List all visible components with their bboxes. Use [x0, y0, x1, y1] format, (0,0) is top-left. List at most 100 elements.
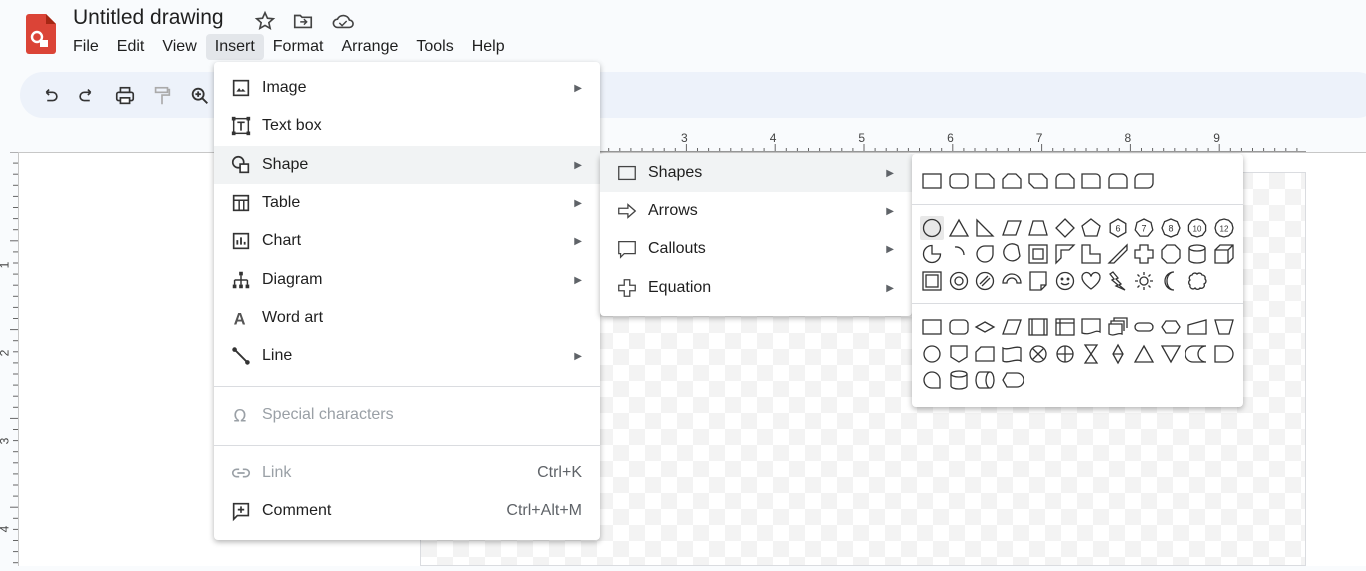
menu-item-arrows[interactable]: Arrows ▶	[600, 192, 912, 230]
menu-item-word-art[interactable]: A Word art	[214, 299, 600, 337]
move-to-folder-icon[interactable]	[292, 10, 314, 32]
shape-arc-icon[interactable]	[947, 242, 971, 266]
shape-predefined-icon[interactable]	[1026, 315, 1050, 339]
shape-round-rect-icon[interactable]	[947, 169, 971, 193]
shape-roundsnip-icon[interactable]	[1079, 169, 1103, 193]
shape-summing-junction-icon[interactable]	[1026, 342, 1050, 366]
shape-process-icon[interactable]	[920, 315, 944, 339]
menu-item-image[interactable]: Image ▶	[214, 69, 600, 107]
shape-direct-access-icon[interactable]	[973, 368, 997, 392]
shape-hexagon-6-icon[interactable]: 6	[1106, 216, 1130, 240]
shape-smiley-icon[interactable]	[1053, 269, 1077, 293]
shape-ellipse-icon[interactable]	[920, 216, 944, 240]
menu-format[interactable]: Format	[264, 34, 333, 60]
shape-pentagon-icon[interactable]	[1079, 216, 1103, 240]
menu-item-callouts[interactable]: Callouts ▶	[600, 230, 912, 268]
shape-decagon-10-icon[interactable]: 10	[1185, 216, 1209, 240]
menu-tools[interactable]: Tools	[407, 34, 462, 60]
shape-cube-icon[interactable]	[1212, 242, 1236, 266]
shape-sequential-storage-icon[interactable]	[920, 368, 944, 392]
shape-rect-icon[interactable]	[920, 169, 944, 193]
redo-icon[interactable]	[76, 85, 98, 107]
shape-or-icon[interactable]	[1053, 342, 1077, 366]
drawings-logo[interactable]	[26, 14, 56, 54]
shape-manual-operation-icon[interactable]	[1212, 315, 1236, 339]
shape-internal-storage-icon[interactable]	[1053, 315, 1077, 339]
shape-triangle-icon[interactable]	[947, 216, 971, 240]
shape-sort-icon[interactable]	[1106, 342, 1130, 366]
shape-round2-icon[interactable]	[1106, 169, 1130, 193]
shape-document-icon[interactable]	[1079, 315, 1103, 339]
shape-trapezoid-icon[interactable]	[1026, 216, 1050, 240]
menu-item-comment[interactable]: Comment Ctrl+Alt+M	[214, 492, 600, 530]
document-title[interactable]: Untitled drawing	[73, 6, 224, 30]
paint-format-icon[interactable]	[151, 85, 173, 107]
shape-stored-data-icon[interactable]	[1184, 342, 1209, 366]
shape-cloud-icon[interactable]	[1185, 269, 1209, 293]
shape-heart-icon[interactable]	[1079, 269, 1103, 293]
menu-item-diagram[interactable]: Diagram ▶	[214, 261, 600, 299]
shape-preparation-icon[interactable]	[1159, 315, 1183, 339]
menu-edit[interactable]: Edit	[108, 34, 154, 60]
shape-alt-process-icon[interactable]	[947, 315, 971, 339]
shape-offpage-icon[interactable]	[947, 342, 971, 366]
shape-donut-icon[interactable]	[947, 269, 971, 293]
shape-multidocument-icon[interactable]	[1106, 315, 1130, 339]
menu-item-chart[interactable]: Chart ▶	[214, 222, 600, 260]
shape-diagonal-stripe-icon[interactable]	[1106, 242, 1130, 266]
shape-heptagon-7-icon[interactable]: 7	[1132, 216, 1156, 240]
menu-view[interactable]: View	[153, 34, 205, 60]
shape-octagon-8-icon[interactable]: 8	[1159, 216, 1183, 240]
zoom-icon[interactable]	[189, 85, 211, 107]
shape-magnetic-disk-icon[interactable]	[947, 368, 971, 392]
undo-icon[interactable]	[39, 85, 61, 107]
shape-lightning-icon[interactable]	[1106, 269, 1130, 293]
menu-item-table[interactable]: Table ▶	[214, 184, 600, 222]
star-icon[interactable]	[254, 10, 276, 32]
shape-sun-icon[interactable]	[1132, 269, 1156, 293]
shape-frame-icon[interactable]	[1026, 242, 1050, 266]
shape-can-icon[interactable]	[1185, 242, 1209, 266]
shape-diamond-icon[interactable]	[1053, 216, 1077, 240]
shape-parallelogram-icon[interactable]	[1000, 216, 1024, 240]
shape-block-arc-icon[interactable]	[1000, 269, 1024, 293]
shape-dodecagon-12-icon[interactable]: 12	[1212, 216, 1236, 240]
menu-item-line[interactable]: Line ▶	[214, 337, 600, 375]
shape-folded-corner-icon[interactable]	[1026, 269, 1050, 293]
shape-terminator-icon[interactable]	[1132, 315, 1156, 339]
shape-card-icon[interactable]	[973, 342, 997, 366]
shape-manual-input-icon[interactable]	[1185, 315, 1209, 339]
shape-snipdiag-icon[interactable]	[1026, 169, 1050, 193]
shape-connector-icon[interactable]	[920, 342, 944, 366]
shape-half-frame-icon[interactable]	[1053, 242, 1077, 266]
vertical-ruler[interactable]: 1 2 3 4	[0, 151, 18, 566]
shape-punched-tape-icon[interactable]	[1000, 342, 1024, 366]
shape-moon-icon[interactable]	[1159, 269, 1183, 293]
shape-decision-icon[interactable]	[973, 315, 997, 339]
menu-item-shape[interactable]: Shape ▶	[214, 146, 600, 184]
shape-snip2-icon[interactable]	[1000, 169, 1024, 193]
print-icon[interactable]	[114, 85, 136, 107]
shape-sniprnd-icon[interactable]	[1053, 169, 1077, 193]
menu-item-special-characters[interactable]: Ω Special characters	[214, 396, 600, 434]
shape-no-symbol-icon[interactable]	[973, 269, 997, 293]
menu-arrange[interactable]: Arrange	[332, 34, 407, 60]
shape-right-triangle-icon[interactable]	[973, 216, 997, 240]
shape-data-icon[interactable]	[1000, 315, 1024, 339]
shape-delay-icon[interactable]	[1212, 342, 1236, 366]
shape-snip1-icon[interactable]	[973, 169, 997, 193]
menu-item-shapes[interactable]: Shapes ▶	[600, 154, 912, 192]
shape-display-icon[interactable]	[1000, 368, 1025, 392]
menu-item-link[interactable]: Link Ctrl+K	[214, 454, 600, 492]
shape-merge-icon[interactable]	[1159, 342, 1183, 366]
cloud-saved-icon[interactable]	[331, 10, 354, 32]
shape-octagon-cross-icon[interactable]	[1159, 242, 1183, 266]
shape-bevel-icon[interactable]	[920, 269, 944, 293]
menu-insert[interactable]: Insert	[205, 34, 264, 60]
menu-item-text-box[interactable]: Text box	[214, 107, 600, 145]
shape-rounddiag-icon[interactable]	[1132, 169, 1156, 193]
shape-pie-icon[interactable]	[920, 242, 944, 266]
shape-chord-icon[interactable]	[1000, 242, 1024, 266]
shape-collate-icon[interactable]	[1079, 342, 1103, 366]
shape-plus-icon[interactable]	[1132, 242, 1156, 266]
